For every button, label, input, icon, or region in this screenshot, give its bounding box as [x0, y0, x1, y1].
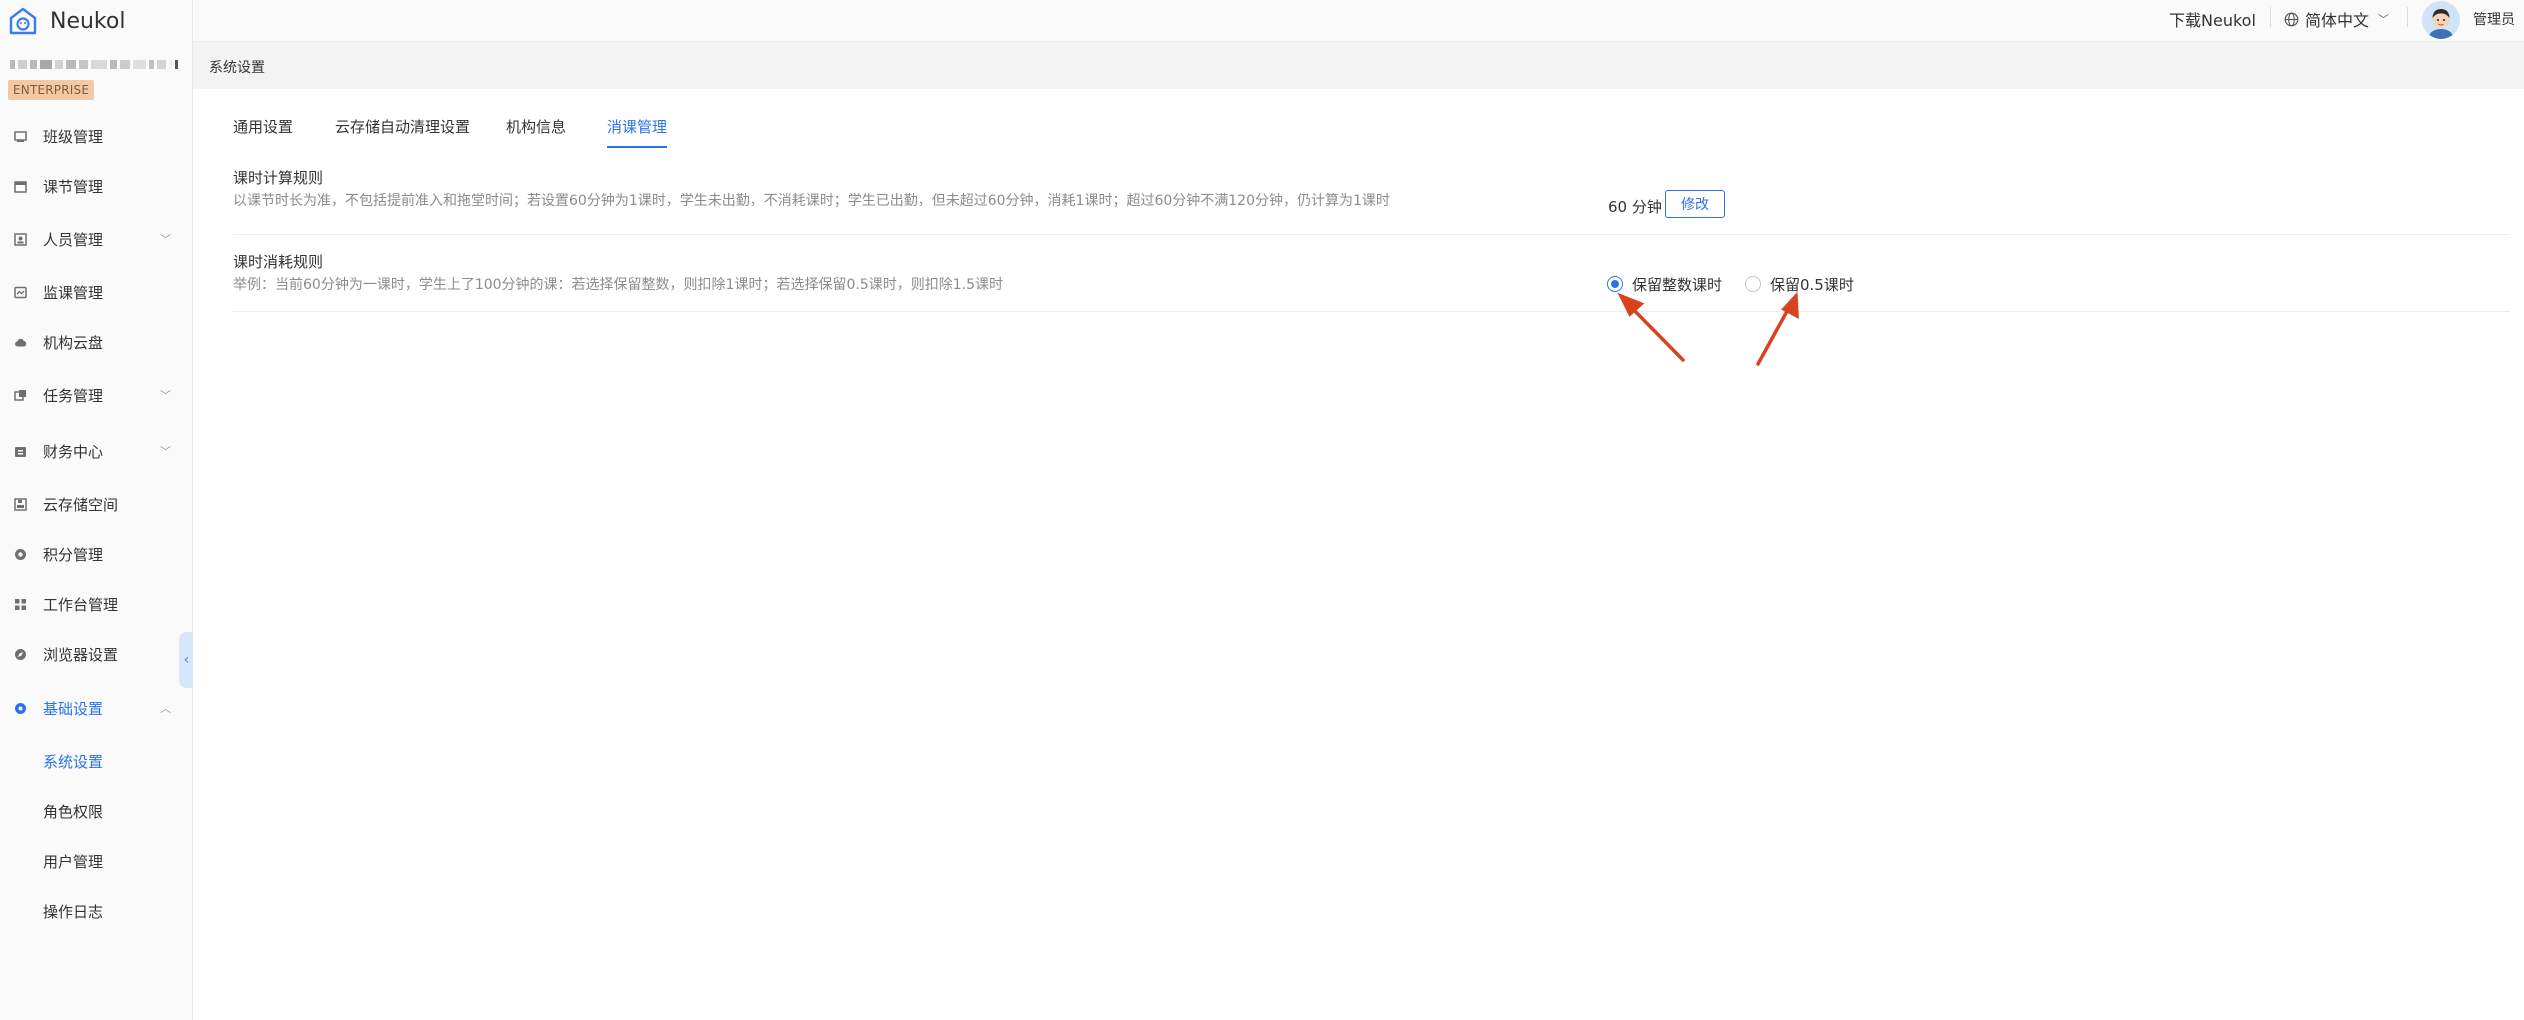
- sidebar-item-storage[interactable]: 云存储空间: [0, 487, 193, 521]
- radio-label: 保留0.5课时: [1770, 275, 1854, 294]
- tab-lesson-consumption[interactable]: 消课管理: [607, 116, 668, 148]
- chevron-left-icon: ‹: [183, 652, 190, 668]
- avatar[interactable]: [2422, 1, 2460, 39]
- rule-calc-title: 课时计算规则: [233, 169, 324, 187]
- tab-org-info[interactable]: 机构信息: [506, 116, 566, 148]
- radio-keep-half[interactable]: 保留0.5课时: [1745, 274, 1854, 294]
- lesson-duration-value: 60 分钟: [1608, 198, 1662, 216]
- cloud-icon: [14, 336, 27, 349]
- sidebar-item-label: 监课管理: [43, 283, 104, 302]
- calendar-icon: [14, 180, 27, 193]
- breadcrumb: 系统设置: [193, 43, 2524, 89]
- sidebar-item-people[interactable]: 人员管理 ﹀: [0, 222, 193, 256]
- sidebar-item-label: 班级管理: [43, 127, 104, 146]
- sidebar-item-label: 工作台管理: [43, 595, 119, 614]
- chevron-down-icon: ﹀: [160, 389, 171, 402]
- sidebar-item-label: 任务管理: [43, 386, 104, 405]
- finance-icon: [14, 445, 27, 458]
- sidebar-subitem-label: 操作日志: [43, 902, 104, 921]
- radio-checked-icon: [1607, 276, 1623, 292]
- sidebar-item-class[interactable]: 班级管理: [0, 119, 193, 153]
- user-menu[interactable]: 管理员: [2473, 9, 2515, 29]
- sidebar-item-label: 机构云盘: [43, 333, 104, 352]
- sidebar-item-monitor[interactable]: 监课管理: [0, 275, 193, 309]
- sidebar-item-workbench[interactable]: 工作台管理: [0, 587, 193, 621]
- sidebar-item-label: 积分管理: [43, 545, 104, 564]
- tab-storage-cleanup[interactable]: 云存储自动清理设置: [335, 116, 470, 148]
- download-link[interactable]: 下载Neukol: [2169, 7, 2256, 31]
- annotation-arrows: [1617, 291, 1799, 366]
- app-root: Neukol ENTERPRISE 班级管理 课节管理 人员管理 ﹀ 监课管理 …: [0, 0, 2524, 1020]
- top-header: 下载Neukol 简体中文 ﹀ 管理员: [193, 0, 2524, 42]
- sidebar-item-basic-settings[interactable]: 基础设置 ︿: [0, 691, 193, 725]
- sidebar-subitem-label: 系统设置: [43, 752, 104, 771]
- globe-icon: [2284, 12, 2299, 26]
- class-icon: [14, 130, 27, 143]
- chevron-down-icon: ﹀: [160, 445, 171, 458]
- header-divider: [2407, 7, 2408, 27]
- annotation-arrow-icon: [1756, 302, 1793, 366]
- sidebar-subitem-logs[interactable]: 操作日志: [0, 894, 193, 928]
- language-selector[interactable]: 简体中文 ﹀: [2284, 7, 2389, 31]
- sidebar-subitem-roles[interactable]: 角色权限: [0, 794, 193, 828]
- chevron-up-icon: ︿: [160, 702, 171, 715]
- chevron-down-icon: ﹀: [160, 233, 171, 246]
- sidebar-collapse-button[interactable]: ‹: [179, 632, 194, 688]
- settings-icon: [14, 702, 27, 715]
- header-divider: [2270, 7, 2271, 27]
- language-label: 简体中文: [2305, 11, 2370, 30]
- org-name-redacted: [10, 57, 178, 71]
- brand-name: Neukol: [50, 8, 126, 34]
- brand[interactable]: Neukol: [8, 4, 125, 38]
- tab-general[interactable]: 通用设置: [233, 116, 293, 148]
- grid-icon: [14, 598, 27, 611]
- page-title: 系统设置: [209, 60, 265, 76]
- sidebar-item-label: 云存储空间: [43, 495, 119, 514]
- sidebar-item-finance[interactable]: 财务中心 ﹀: [0, 434, 193, 468]
- sidebar-item-cloud-drive[interactable]: 机构云盘: [0, 325, 193, 359]
- sidebar-item-label: 浏览器设置: [43, 645, 119, 664]
- sidebar-item-label: 人员管理: [43, 230, 104, 249]
- sidebar-item-tasks[interactable]: 任务管理 ﹀: [0, 378, 193, 412]
- chevron-down-icon: ﹀: [2378, 13, 2390, 26]
- sidebar-subitem-users[interactable]: 用户管理: [0, 844, 193, 878]
- enterprise-badge: ENTERPRISE: [8, 80, 95, 100]
- sidebar-item-lessons[interactable]: 课节管理: [0, 169, 193, 203]
- divider: [233, 311, 2510, 312]
- avatar-image: [2422, 1, 2460, 39]
- rule-consume-title: 课时消耗规则: [233, 253, 324, 271]
- storage-icon: [14, 497, 27, 511]
- radio-keep-integer[interactable]: 保留整数课时: [1607, 274, 1722, 294]
- edit-button[interactable]: 修改: [1665, 190, 1725, 218]
- arrowhead-icon: [1781, 291, 1799, 320]
- sidebar-subitem-label: 角色权限: [43, 802, 104, 821]
- divider: [233, 234, 2510, 235]
- radio-label: 保留整数课时: [1632, 275, 1723, 294]
- points-icon: [14, 548, 27, 561]
- task-icon: [14, 389, 27, 402]
- radio-unchecked-icon: [1745, 276, 1761, 292]
- main-content: 通用设置 云存储自动清理设置 机构信息 消课管理 课时计算规则 以课节时长为准，…: [193, 89, 2524, 1020]
- compass-icon: [14, 648, 27, 661]
- sidebar-item-label: 课节管理: [43, 177, 104, 196]
- monitor-icon: [14, 286, 27, 299]
- sidebar-item-label: 基础设置: [43, 699, 104, 718]
- neukol-logo-icon: [9, 7, 37, 35]
- sidebar-item-label: 财务中心: [43, 442, 104, 461]
- sidebar-subitem-label: 用户管理: [43, 852, 104, 871]
- people-icon: [14, 232, 27, 246]
- sidebar: Neukol ENTERPRISE 班级管理 课节管理 人员管理 ﹀ 监课管理 …: [0, 0, 194, 1020]
- sidebar-subitem-system-settings[interactable]: 系统设置: [0, 744, 193, 778]
- rule-consume-desc: 举例：当前60分钟为一课时，学生上了100分钟的课：若选择保留整数，则扣除1课时…: [233, 277, 1003, 293]
- sidebar-item-points[interactable]: 积分管理: [0, 537, 193, 571]
- sidebar-item-browser[interactable]: 浏览器设置: [0, 637, 193, 671]
- rule-calc-desc: 以课节时长为准，不包括提前准入和拖堂时间；若设置60分钟为1课时，学生未出勤，不…: [233, 193, 1390, 209]
